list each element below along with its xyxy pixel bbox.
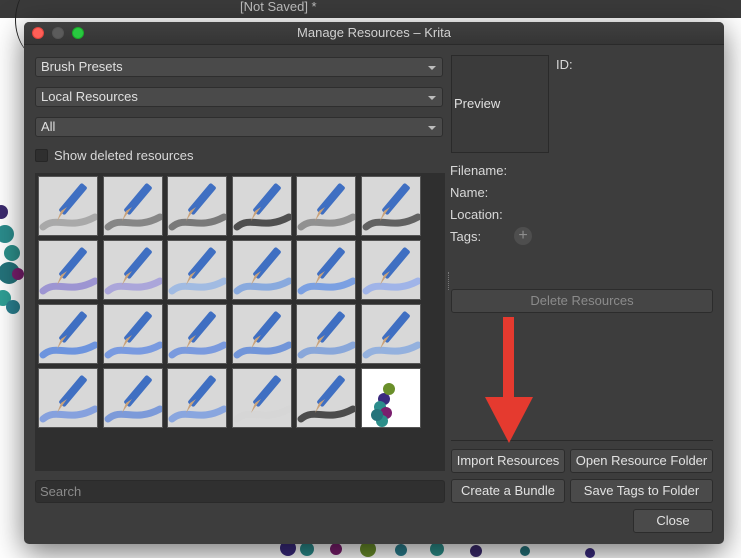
delete-resources-button[interactable]: Delete Resources [451, 289, 713, 313]
brush-rotate-2-preset-thumbnail[interactable] [231, 304, 292, 364]
search-input[interactable]: Search [35, 480, 445, 503]
brush-rotate-preset-thumbnail[interactable] [167, 304, 227, 364]
storage-value: Local Resources [41, 89, 138, 104]
canvas-paint-dot [12, 268, 24, 280]
dots-preset-thumbnail[interactable] [360, 368, 421, 428]
canvas-paint-dot [520, 546, 530, 556]
canvas-paint-dot [470, 545, 482, 557]
brush-blue-preset-thumbnail[interactable] [296, 240, 356, 300]
chevron-down-icon [428, 96, 436, 100]
palette-knife-preset-thumbnail[interactable] [38, 240, 98, 300]
marker-preset-thumbnail[interactable] [296, 176, 356, 236]
watercolor-light-preset-thumbnail[interactable] [167, 240, 227, 300]
resource-preview: Preview [451, 55, 549, 153]
location-label: Location: [450, 207, 503, 222]
app-title-bar: [Not Saved] * [0, 0, 741, 18]
id-label: ID: [556, 57, 573, 72]
tag-filter-value: All [41, 119, 56, 134]
ink-pen-preset-thumbnail[interactable] [231, 176, 292, 236]
create-bundle-button[interactable]: Create a Bundle [451, 479, 565, 503]
marker-dark-preset-thumbnail[interactable] [360, 176, 421, 236]
chevron-down-icon [428, 126, 436, 130]
dialog-title: Manage Resources – Krita [297, 25, 451, 40]
red-arrow-annotation [485, 317, 533, 443]
filename-label: Filename: [450, 163, 508, 178]
save-tags-to-folder-button[interactable]: Save Tags to Folder [570, 479, 713, 503]
resource-type-select[interactable]: Brush Presets [35, 57, 443, 77]
brush-round-preset-thumbnail[interactable] [38, 304, 98, 364]
brush-flat-preset-thumbnail[interactable] [38, 368, 98, 428]
dialog-title-bar: Manage Resources – Krita [24, 22, 724, 45]
ink-brush-preset-thumbnail[interactable] [296, 368, 356, 428]
watercolor-wash-preset-thumbnail[interactable] [231, 368, 292, 428]
brush-blend-preset-thumbnail[interactable] [360, 240, 421, 300]
window-close-control[interactable] [32, 27, 44, 39]
canvas-paint-dot [430, 542, 444, 556]
brush-bristle-preset-thumbnail[interactable] [102, 368, 163, 428]
show-deleted-checkbox[interactable] [35, 149, 48, 162]
resource-grid[interactable] [35, 173, 445, 471]
search-placeholder: Search [40, 484, 82, 499]
canvas-paint-dot [4, 245, 20, 261]
pencil-soft-preset-thumbnail[interactable] [102, 176, 163, 236]
window-minimize-control[interactable] [52, 27, 64, 39]
watercolor-wet-preset-thumbnail[interactable] [102, 240, 163, 300]
import-resources-button[interactable]: Import Resources [451, 449, 565, 473]
tag-filter-select[interactable]: All [35, 117, 443, 137]
brush-thin-preset-thumbnail[interactable] [231, 240, 292, 300]
window-zoom-control[interactable] [72, 27, 84, 39]
canvas-paint-dot [395, 544, 407, 556]
brush-smudge-preset-thumbnail[interactable] [102, 304, 163, 364]
resource-type-value: Brush Presets [41, 59, 123, 74]
canvas-paint-dot [0, 225, 14, 243]
add-tag-plus-icon[interactable]: + [514, 227, 532, 245]
canvas-paint-dot [300, 542, 314, 556]
chevron-down-icon [428, 66, 436, 70]
pencil-sketch-preset-thumbnail[interactable] [167, 176, 227, 236]
close-button[interactable]: Close [633, 509, 713, 533]
storage-select[interactable]: Local Resources [35, 87, 443, 107]
canvas-paint-dot [6, 300, 20, 314]
show-deleted-label: Show deleted resources [54, 148, 194, 163]
brush-texture-preset-thumbnail[interactable] [167, 368, 227, 428]
canvas-paint-dot [0, 205, 8, 219]
canvas-paint-dot [330, 543, 342, 555]
sponge-preset-thumbnail[interactable] [360, 304, 421, 364]
splitter-handle[interactable] [448, 272, 452, 290]
preview-label: Preview [454, 96, 501, 111]
document-title: [Not Saved] * [240, 0, 317, 14]
name-label: Name: [450, 185, 489, 200]
manage-resources-dialog: Manage Resources – Krita Brush Presets L… [24, 22, 724, 544]
tags-label: Tags: [450, 229, 482, 244]
eraser-preset-thumbnail[interactable] [38, 176, 98, 236]
spray-preset-thumbnail[interactable] [296, 304, 356, 364]
open-resource-folder-button[interactable]: Open Resource Folder [570, 449, 713, 473]
